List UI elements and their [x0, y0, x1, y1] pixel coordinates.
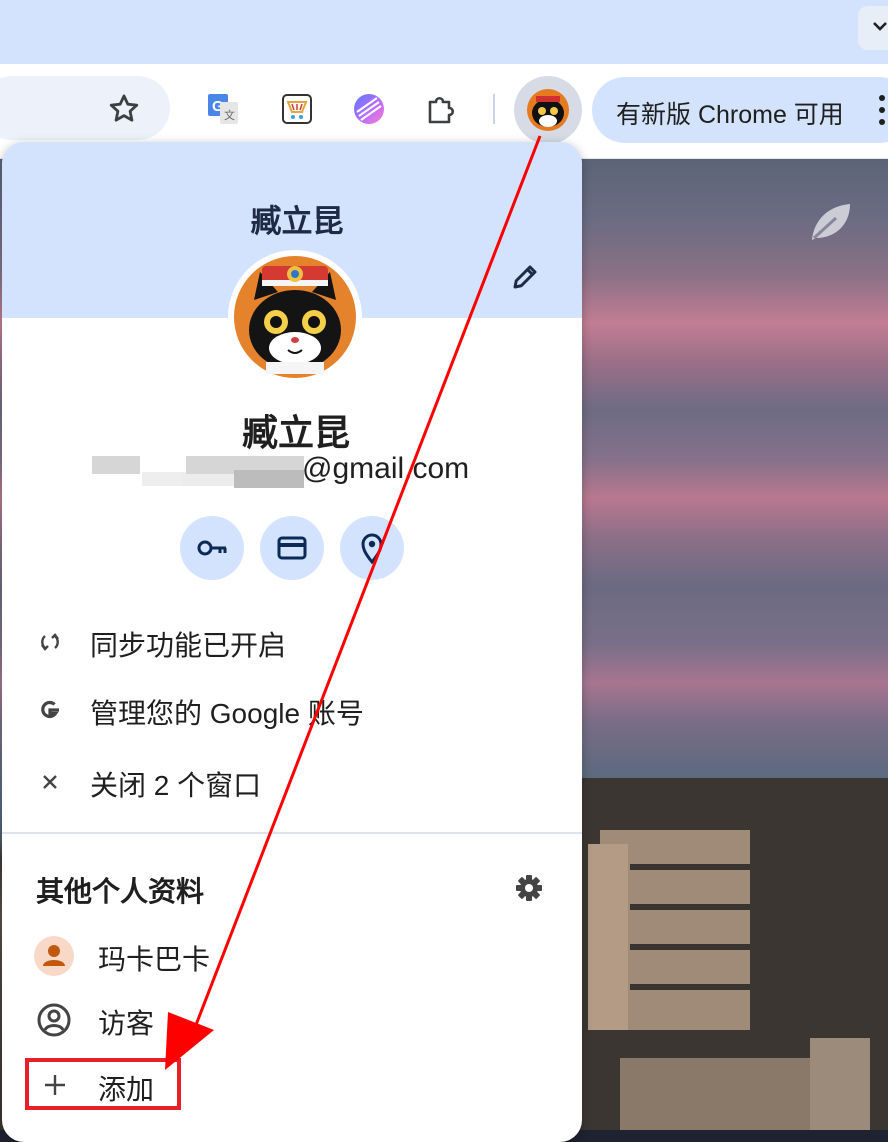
sync-status-item[interactable]: 同步功能已开启	[2, 610, 582, 674]
profile-item-guest[interactable]: 访客	[2, 988, 582, 1052]
key-icon	[197, 540, 227, 556]
location-pin-icon	[361, 533, 383, 564]
extensions-puzzle-icon[interactable]	[424, 92, 458, 126]
extension-sphere-icon[interactable]	[352, 92, 386, 126]
annotation-highlight-box	[25, 1058, 181, 1110]
credit-card-icon	[277, 536, 307, 560]
more-menu-icon[interactable]	[878, 94, 886, 126]
google-translate-icon[interactable]: G 文	[206, 92, 240, 126]
account-circle-icon	[37, 1003, 71, 1037]
header-profile-name: 臧立昆	[250, 204, 344, 239]
profile-item-label: 访客	[98, 1008, 155, 1039]
extension-cart-icon[interactable]	[280, 92, 314, 126]
sync-icon	[41, 633, 59, 651]
profile-name: 臧立昆	[241, 412, 350, 453]
email-domain: @gmail.com	[302, 452, 470, 485]
profile-avatar-button[interactable]	[514, 76, 582, 144]
profile-item-label: 玛卡巴卡	[98, 944, 211, 975]
cat-avatar-icon	[230, 252, 360, 382]
other-profiles-heading: 其他个人资料	[36, 876, 205, 907]
addresses-button[interactable]	[340, 516, 404, 580]
tab-strip	[0, 0, 888, 64]
close-icon	[43, 775, 57, 789]
update-label: 有新版 Chrome 可用	[616, 101, 844, 129]
chrome-update-button[interactable]: 有新版 Chrome 可用	[592, 77, 888, 143]
email-redaction	[182, 472, 234, 486]
cat-avatar-icon	[527, 89, 569, 131]
profile-email: @gmail.com	[2, 452, 582, 492]
svg-text:文: 文	[224, 108, 235, 122]
person-avatar-icon	[34, 936, 74, 976]
payment-methods-button[interactable]	[260, 516, 324, 580]
leaf-icon[interactable]	[806, 200, 854, 244]
close-windows-label: 关闭 2 个窗口	[90, 770, 262, 801]
address-bar[interactable]	[0, 76, 170, 140]
profile-item-makabaka[interactable]: 玛卡巴卡	[2, 924, 582, 988]
email-redaction	[142, 472, 182, 486]
toolbar-separator	[493, 94, 495, 124]
bookmark-star-icon[interactable]	[106, 92, 142, 126]
manage-account-label: 管理您的 Google 账号	[90, 698, 364, 729]
chevron-down-icon	[873, 22, 887, 31]
profile-avatar-large	[228, 250, 362, 384]
sync-label: 同步功能已开启	[90, 630, 287, 661]
email-redaction	[92, 456, 140, 474]
close-windows-item[interactable]: 关闭 2 个窗口	[2, 750, 582, 814]
email-redaction	[234, 470, 304, 488]
tab-search-button[interactable]	[858, 6, 888, 50]
edit-pencil-icon[interactable]	[510, 262, 540, 292]
passwords-button[interactable]	[180, 516, 244, 580]
manage-google-account-item[interactable]: 管理您的 Google 账号	[2, 678, 582, 742]
menu-divider	[2, 832, 582, 834]
gear-icon[interactable]	[514, 873, 544, 903]
google-g-icon	[41, 700, 59, 719]
profile-menu-popup: 臧立昆 臧立昆 @gmail.com 同步功能已开启 管理您的 Google 账…	[2, 142, 582, 1142]
